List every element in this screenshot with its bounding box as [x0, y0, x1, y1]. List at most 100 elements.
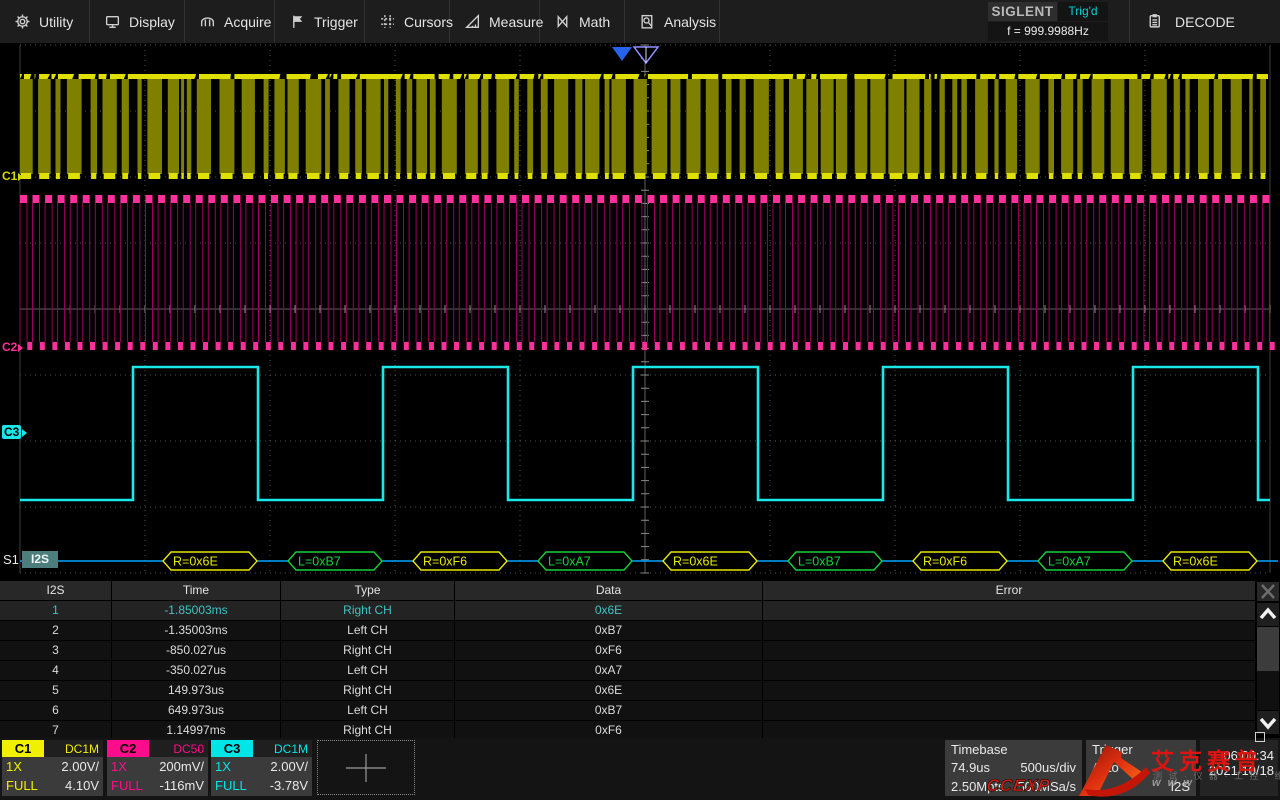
menu-item-display[interactable]: Display	[90, 0, 185, 43]
timebase-box[interactable]: Timebase 74.9us 500us/div 2.50Mpts 500MS…	[945, 740, 1082, 796]
svg-text:R=0xF6: R=0xF6	[423, 555, 467, 569]
decode-bubble: R=0x6E	[163, 552, 257, 570]
channel-info-box-c2[interactable]: C2DC501X200mV/FULL-116mV	[107, 740, 208, 796]
menu-item-label: Measure	[489, 14, 543, 30]
table-cell: 649.973us	[112, 701, 281, 720]
channel-badge: C2	[107, 740, 149, 757]
table-cell	[763, 641, 1256, 660]
menu-item-label: Cursors	[404, 14, 453, 30]
table-row[interactable]: 5149.973usRight CH0x6E	[0, 681, 1256, 701]
table-header-cell: I2S	[0, 581, 112, 600]
acquire-icon	[199, 13, 216, 30]
table-cell: 6	[0, 701, 112, 720]
menu-item-label: Analysis	[664, 14, 716, 30]
channel-scale: 2.00V/	[270, 757, 308, 776]
c1-top-gaps	[20, 74, 1257, 79]
channel-scale: 200mV/	[159, 757, 204, 776]
table-scrollbar-track[interactable]	[1257, 627, 1279, 710]
analysis-icon	[639, 13, 656, 30]
grid-horizontal-lines	[20, 45, 1270, 573]
decode-bubble: R=0xF6	[413, 552, 507, 570]
status-cluster: SIGLENT Trig'd f = 999.9988Hz	[988, 1, 1108, 42]
channel-offset: -116mV	[159, 776, 204, 795]
flag-icon	[289, 13, 306, 30]
table-cell: -850.027us	[112, 641, 281, 660]
channel-bandwidth: FULL	[111, 776, 143, 795]
trigger-delay-marker[interactable]	[612, 47, 632, 61]
decode-bubble: L=0xA7	[1038, 552, 1132, 570]
frequency-counter: f = 999.9988Hz	[988, 22, 1108, 41]
menu-item-analysis[interactable]: Analysis	[625, 0, 720, 43]
channel-arrow-icon	[18, 173, 23, 181]
decode-bubble: R=0x6E	[663, 552, 757, 570]
timebase-delay: 74.9us	[951, 758, 990, 777]
svg-text:L=0xA7: L=0xA7	[548, 555, 591, 569]
table-cell: -1.35003ms	[112, 621, 281, 640]
channel-1-position-label[interactable]: C1	[2, 169, 23, 183]
table-scroll-down-button[interactable]	[1257, 711, 1279, 734]
axis-ticks-vertical	[641, 45, 649, 573]
menu-item-trigger[interactable]: Trigger	[275, 0, 365, 43]
cursors-icon	[379, 13, 396, 30]
timebase-scale: 500us/div	[1020, 758, 1076, 777]
channel-coupling: DC1M	[274, 742, 312, 756]
table-header-cell: Data	[455, 581, 763, 600]
svg-text:L=0xB7: L=0xB7	[298, 555, 341, 569]
table-cell: 3	[0, 641, 112, 660]
trigger-title: Trigger	[1092, 741, 1190, 758]
table-header-cell: Time	[112, 581, 281, 600]
table-close-button[interactable]	[1257, 582, 1279, 601]
table-cell: Left CH	[281, 621, 455, 640]
table-scrollbar-thumb[interactable]	[1257, 627, 1279, 671]
table-cell: -1.85003ms	[112, 601, 281, 620]
grid-vertical-lines	[20, 45, 1270, 573]
crosshair-icon	[318, 741, 414, 794]
trigger-position-marker[interactable]	[634, 47, 658, 63]
channel-attenuation: 1X	[111, 757, 127, 776]
menu-item-measure[interactable]: Measure	[450, 0, 540, 43]
svg-text:R=0x6E: R=0x6E	[1173, 555, 1218, 569]
decode-bubble: L=0xA7	[538, 552, 632, 570]
channel-info-box-c3[interactable]: C3DC1M1X2.00V/FULL-3.78V	[211, 740, 312, 796]
trigger-status-badge: Trig'd	[1058, 2, 1108, 21]
chevron-down-icon	[1257, 711, 1279, 734]
menu-item-label: Math	[579, 14, 610, 30]
menu-item-cursors[interactable]: Cursors	[365, 0, 450, 43]
table-cell: -350.027us	[112, 661, 281, 680]
add-channel-placeholder[interactable]	[317, 740, 415, 795]
svg-text:L=0xB7: L=0xB7	[798, 555, 841, 569]
timebase-points: 2.50Mpts	[951, 777, 1004, 796]
table-row[interactable]: 1-1.85003msRight CH0x6E	[0, 601, 1256, 621]
table-scroll-up-button[interactable]	[1257, 603, 1279, 626]
channel-info-box-c1[interactable]: C1DC1M1X2.00V/FULL4.10V	[2, 740, 103, 796]
close-icon	[1257, 582, 1279, 601]
menu-item-acquire[interactable]: Acquire	[185, 0, 275, 43]
c2-waveform-edges	[20, 203, 1269, 342]
channel-attenuation: 1X	[6, 757, 22, 776]
menu-item-utility[interactable]: Utility	[0, 0, 90, 43]
menu-item-math[interactable]: Math	[540, 0, 625, 43]
table-row[interactable]: 2-1.35003msLeft CH0xB7	[0, 621, 1256, 641]
decode-tab[interactable]: DECODE	[1129, 0, 1280, 43]
clock-date: 2021/10/18	[1200, 763, 1274, 778]
chevron-up-icon	[1257, 603, 1279, 626]
table-cell: Right CH	[281, 601, 455, 620]
table-cell: 0x6E	[455, 681, 763, 700]
channel-2-position-label[interactable]: C2	[2, 340, 23, 354]
c1-waveform-body	[20, 79, 1266, 174]
decode-bus-protocol-badge[interactable]: I2S	[22, 551, 58, 568]
decode-tab-label: DECODE	[1175, 14, 1235, 30]
channel-badge: C1	[2, 740, 44, 757]
table-cell: 1	[0, 601, 112, 620]
siglent-logo: SIGLENT	[988, 2, 1057, 21]
timebase-rate: 500MSa/s	[1017, 777, 1076, 796]
channel-attenuation: 1X	[215, 757, 231, 776]
table-row[interactable]: 4-350.027usLeft CH0xA7	[0, 661, 1256, 681]
table-header-cell: Type	[281, 581, 455, 600]
table-cell: 4	[0, 661, 112, 680]
channel-3-position-label[interactable]: C3	[2, 425, 27, 439]
trigger-box[interactable]: Trigger Auto I2S	[1086, 740, 1196, 796]
trigger-mode: Auto	[1092, 758, 1119, 777]
table-row[interactable]: 3-850.027usRight CH0xF6	[0, 641, 1256, 661]
table-row[interactable]: 6649.973usLeft CH0xB7	[0, 701, 1256, 721]
